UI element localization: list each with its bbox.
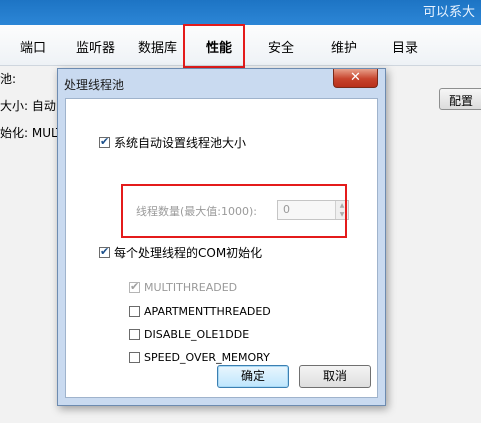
stepper-arrows: ▲ ▼ [335,201,348,219]
check-icon: ✔ [100,135,110,148]
option-label: APARTMENTTHREADED [144,305,271,318]
close-button[interactable]: ✕ [333,69,378,88]
auto-size-checkbox[interactable]: ✔ [99,135,110,148]
ok-button[interactable]: 确定 [217,365,289,388]
tab-performance[interactable]: 性能 [206,37,232,56]
option-label: DISABLE_OLE1DDE [144,328,250,341]
com-init-label: 每个处理线程的COM初始化 [114,246,263,260]
tab-database[interactable]: 数据库 [138,37,177,56]
option-label: SPEED_OVER_MEMORY [144,351,270,364]
bg-label-pool: 池: [0,72,17,86]
com-init-checkbox[interactable]: ✔ [99,245,110,258]
disable-ole1dde-checkbox[interactable] [129,329,140,340]
option-speed-over-memory: SPEED_OVER_MEMORY [129,350,270,364]
tab-bar: 端口 监听器 数据库 性能 安全 维护 目录 [0,25,481,66]
thread-count-value: 0 [283,203,290,216]
stepper-down-icon[interactable]: ▼ [336,210,348,219]
auto-size-label: 系统自动设置线程池大小 [114,136,247,150]
check-icon: ✔ [100,245,110,258]
stepper-up-icon[interactable]: ▲ [336,201,348,210]
cancel-button[interactable]: 取消 [299,365,371,388]
option-label: MULTITHREADED [144,281,238,294]
thread-count-label: 线程数量(最大值:1000): [136,205,257,218]
close-icon: ✕ [350,70,361,85]
tab-maintenance[interactable]: 维护 [331,37,357,56]
thread-count-row: 线程数量(最大值:1000): [136,203,257,219]
option-apartmentthreaded: APARTMENTTHREADED [129,304,271,318]
tab-listener[interactable]: 监听器 [76,37,115,56]
dialog-body: ✔ 系统自动设置线程池大小 线程数量(最大值:1000): 0 ▲ ▼ ✔ 每个处理… [65,98,378,398]
tab-directory[interactable]: 目录 [392,37,418,56]
apartmentthreaded-checkbox[interactable] [129,306,140,317]
check-icon: ✔ [130,280,140,293]
option-multithreaded: ✔ MULTITHREADED [129,280,237,294]
thread-pool-dialog: 处理线程池 ✕ ✔ 系统自动设置线程池大小 线程数量(最大值:1000): 0 ▲… [57,68,386,406]
auto-size-row: ✔ 系统自动设置线程池大小 [99,134,246,151]
dialog-title: 处理线程池 [64,78,125,92]
bg-label-size: 大小: 自动 [0,99,56,113]
app-titlebar: 可以系大 [0,0,481,25]
multithreaded-checkbox[interactable]: ✔ [129,280,140,293]
tab-port[interactable]: 端口 [20,37,46,56]
option-disable-ole1dde: DISABLE_OLE1DDE [129,327,249,341]
config-button[interactable]: 配置 [439,88,481,110]
window-title: 可以系大 [422,5,475,20]
thread-count-stepper[interactable]: 0 ▲ ▼ [277,200,349,220]
com-init-row: ✔ 每个处理线程的COM初始化 [99,244,262,261]
tab-security[interactable]: 安全 [268,37,294,56]
speed-over-memory-checkbox[interactable] [129,352,140,363]
